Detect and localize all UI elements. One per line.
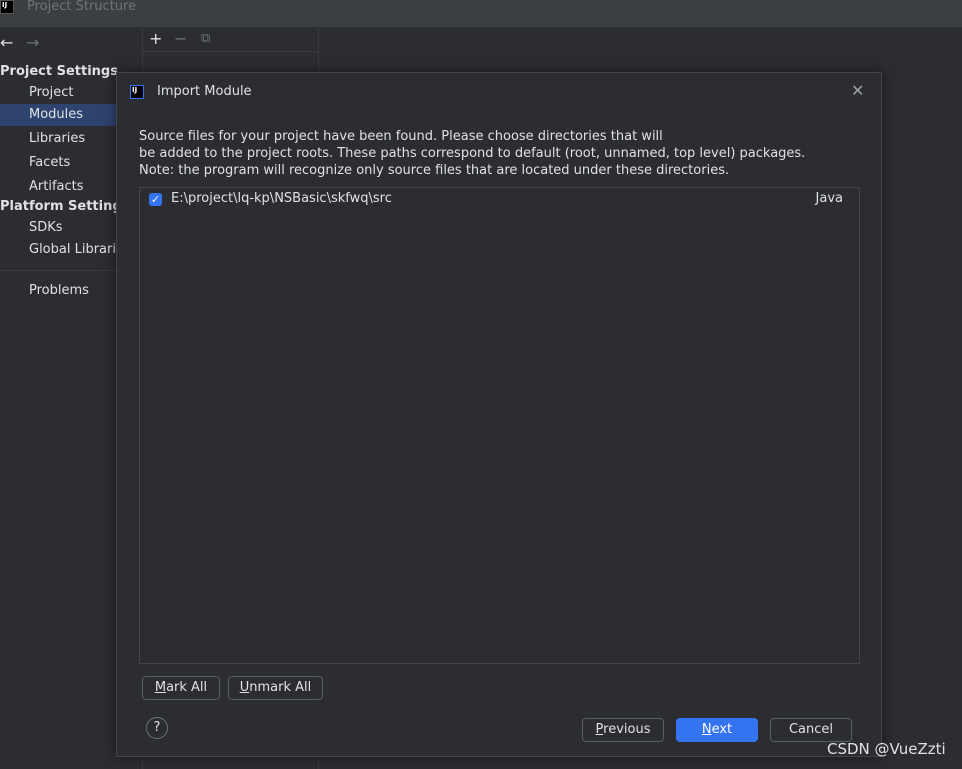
add-icon[interactable]: + [149,29,162,48]
forward-arrow-icon[interactable]: → [26,33,39,52]
directory-language: Java [815,191,843,206]
unmark-all-button[interactable]: Unmark All [228,676,323,700]
sidebar-item-global-libraries[interactable]: Global Libraries [0,239,116,261]
close-icon[interactable]: ✕ [851,81,864,100]
sidebar-item-problems[interactable]: Problems [0,280,116,302]
sidebar-item-project[interactable]: Project [0,82,116,104]
sidebar-item-artifacts[interactable]: Artifacts [0,176,116,198]
copy-icon[interactable]: ⧉ [201,31,210,46]
sidebar-item-libraries[interactable]: Libraries [0,128,116,150]
window-titlebar: IJ Project Structure [0,0,962,27]
project-settings-header: Project Settings [0,64,118,79]
import-module-dialog: IJ Import Module ✕ Source files for your… [116,72,882,757]
remove-icon[interactable]: − [174,29,187,48]
list-item[interactable]: ✓ E:\project\lq-kp\NSBasic\skfwq\src Jav… [140,188,859,210]
dialog-app-icon: IJ [130,85,144,99]
previous-button[interactable]: Previous [582,718,664,742]
directory-checkbox[interactable]: ✓ [149,193,162,206]
watermark-text: CSDN @VueZzti [827,740,946,758]
mark-all-button[interactable]: Mark All [142,676,220,700]
help-icon[interactable]: ? [146,717,168,739]
intellij-app-icon: IJ [0,0,14,14]
dialog-title: Import Module [157,84,252,99]
sidebar-item-sdks[interactable]: SDKs [0,217,116,239]
directory-path: E:\project\lq-kp\NSBasic\skfwq\src [171,191,392,206]
sidebar-item-facets[interactable]: Facets [0,152,116,174]
next-button[interactable]: Next [676,718,758,742]
back-arrow-icon[interactable]: ← [0,33,13,52]
cancel-button[interactable]: Cancel [770,718,852,742]
window-title: Project Structure [27,0,137,14]
navigation-arrows: ← → [0,33,60,53]
dialog-description: Source files for your project have been … [139,128,805,179]
modules-toolbar: + − ⧉ [143,27,318,52]
description-line-1: Source files for your project have been … [139,129,663,144]
sidebar-item-modules[interactable]: Modules [0,104,116,126]
sidebar-divider [0,270,116,271]
platform-settings-header: Platform Settings [0,199,130,214]
description-line-3: Note: the program will recognize only so… [139,163,730,178]
source-directories-list[interactable]: ✓ E:\project\lq-kp\NSBasic\skfwq\src Jav… [139,187,860,664]
description-line-2: be added to the project roots. These pat… [139,146,806,161]
